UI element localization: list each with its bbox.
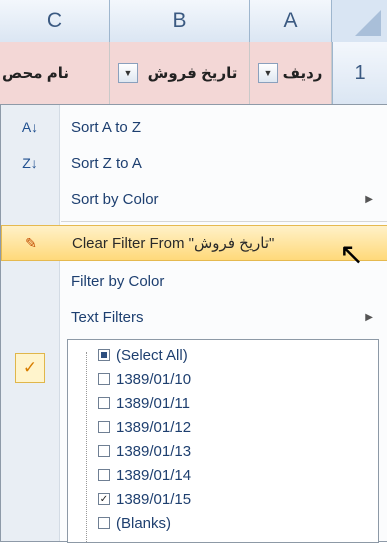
checklist-item-label: 1389/01/15	[116, 490, 192, 508]
checklist-item-label: (Blanks)	[116, 514, 172, 532]
cell-b1-text: تاریخ فروش	[147, 65, 238, 82]
checkbox-unchecked[interactable]	[98, 397, 110, 409]
tree-connector	[86, 352, 87, 542]
filter-checklist[interactable]: (Select All) 1389/01/10 1389/01/11 1389/…	[67, 339, 379, 543]
cell-a1-text: ردیف	[282, 65, 323, 82]
checklist-item-label: 1389/01/10	[116, 370, 192, 388]
filter-dropdown-button-a[interactable]: ▼	[258, 63, 278, 83]
checklist-item[interactable]: 1389/01/11	[98, 392, 190, 414]
header-row: نام محص ▼ تاریخ فروش ▼ ردیف	[0, 42, 387, 105]
select-all-corner[interactable]	[332, 0, 387, 42]
menu-item-label: Filter by Color	[71, 272, 165, 290]
column-header-bar: C B A	[0, 0, 387, 43]
menu-item-label: Sort A to Z	[71, 118, 142, 136]
checkmark-icon: ✓	[15, 353, 45, 383]
checkbox-unchecked[interactable]	[98, 421, 110, 433]
checklist-item-label: (Select All)	[116, 346, 188, 364]
checklist-item-label: 1389/01/13	[116, 442, 192, 460]
column-header-c[interactable]: C	[0, 0, 110, 42]
menu-item-filter-by-color[interactable]: Filter by Color	[1, 263, 387, 299]
cell-a1[interactable]: ▼ ردیف	[250, 42, 332, 104]
checklist-item[interactable]: 1389/01/13	[98, 440, 191, 462]
checklist-item[interactable]: (Blanks)	[98, 512, 171, 534]
menu-item-sort-z-to-a[interactable]: Z↓ Sort Z to A	[1, 145, 387, 181]
checkbox-checked[interactable]: ✓	[98, 493, 110, 505]
menu-item-label: Clear Filter From "تاریخ فروش"	[72, 235, 275, 252]
autofilter-menu: A↓ Sort A to Z Z↓ Sort Z to A Sort by Co…	[0, 104, 387, 543]
filter-dropdown-button-b[interactable]: ▼	[118, 63, 138, 83]
sort-za-icon: Z↓	[22, 155, 38, 171]
checklist-item-label: 1389/01/11	[116, 394, 190, 412]
column-header-a[interactable]: A	[250, 0, 332, 42]
menu-item-clear-filter[interactable]: ✎ Clear Filter From "تاریخ فروش"	[1, 225, 387, 261]
column-header-b[interactable]: B	[110, 0, 250, 42]
menu-item-label: Sort Z to A	[71, 154, 142, 172]
row-header-1[interactable]: 1	[332, 42, 387, 104]
checkbox-unchecked[interactable]	[98, 469, 110, 481]
menu-separator	[61, 221, 387, 222]
cell-c1-text: نام محص	[2, 65, 69, 82]
submenu-arrow-icon: ▶	[365, 193, 373, 205]
submenu-arrow-icon: ▶	[365, 311, 373, 323]
checkbox-unchecked[interactable]	[98, 373, 110, 385]
checklist-item[interactable]: ✓ 1389/01/15	[98, 488, 191, 510]
checkbox-unchecked[interactable]	[98, 445, 110, 457]
mouse-cursor-icon: ↖	[339, 238, 365, 271]
menu-item-text-filters[interactable]: Text Filters ▶	[1, 299, 387, 335]
checklist-item[interactable]: 1389/01/10	[98, 368, 191, 390]
menu-item-label: Sort by Color	[71, 190, 159, 208]
menu-item-label: Text Filters	[71, 308, 144, 326]
checkbox-indeterminate[interactable]	[98, 349, 110, 361]
clear-filter-icon: ✎	[25, 234, 37, 251]
menu-item-sort-by-color[interactable]: Sort by Color ▶	[1, 181, 387, 217]
sort-az-icon: A↓	[21, 119, 39, 135]
checklist-item[interactable]: 1389/01/14	[98, 464, 191, 486]
checklist-item[interactable]: 1389/01/12	[98, 416, 191, 438]
checkbox-unchecked[interactable]	[98, 517, 110, 529]
cell-b1[interactable]: ▼ تاریخ فروش	[110, 42, 250, 104]
checklist-item-label: 1389/01/12	[116, 418, 192, 436]
cell-c1[interactable]: نام محص	[0, 42, 110, 104]
menu-item-sort-a-to-z[interactable]: A↓ Sort A to Z	[1, 109, 387, 145]
checklist-item-label: 1389/01/14	[116, 466, 192, 484]
checklist-item-select-all[interactable]: (Select All)	[98, 344, 188, 366]
corner-triangle-icon	[355, 10, 381, 36]
